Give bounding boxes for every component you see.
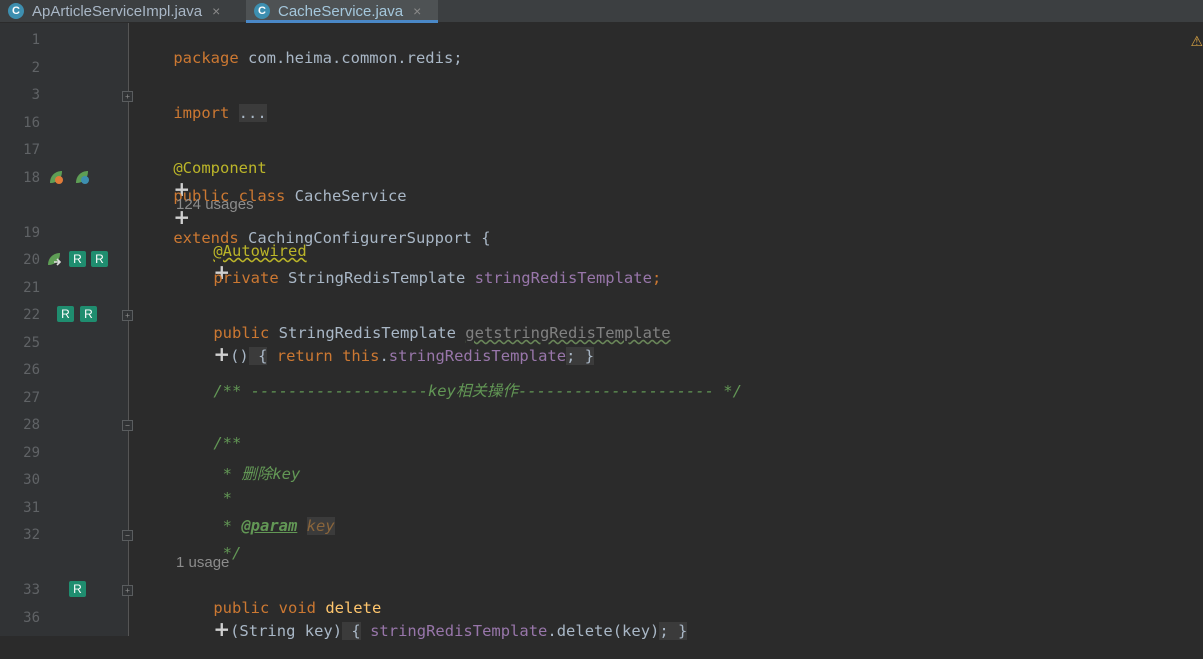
tab-label: CacheService.java xyxy=(278,2,404,20)
semicolon: ; xyxy=(659,622,669,640)
code-line-32: */ xyxy=(176,526,242,580)
tab-label: ApArticleServiceImpl.java xyxy=(32,2,203,20)
folded-body-open[interactable]: { xyxy=(342,622,361,640)
parameters: (String key) xyxy=(230,622,343,640)
line-number: 26 xyxy=(23,362,40,378)
line-number: 33 xyxy=(23,582,40,598)
line-number: 20 xyxy=(23,252,40,268)
code-line-26: /** -------------------key相关操作----------… xyxy=(176,361,742,419)
method-name: delete xyxy=(315,599,382,617)
class-icon: C xyxy=(8,3,24,19)
line-number: 18 xyxy=(23,170,40,186)
code-line-1: package com.heima.common.redis; xyxy=(136,31,463,85)
line-number: 17 xyxy=(23,142,40,158)
line-number: 28 xyxy=(23,417,40,433)
keyword: private xyxy=(213,269,279,287)
warning-icon[interactable]: ⚠ xyxy=(1190,34,1203,50)
keyword: public xyxy=(213,324,270,342)
keyword: public void xyxy=(213,599,316,617)
semicolon: ; xyxy=(651,269,662,287)
spring-bean-icon[interactable] xyxy=(48,169,64,185)
line-number: 30 xyxy=(23,472,40,488)
line-number: 21 xyxy=(23,280,40,296)
line-number: 25 xyxy=(23,335,40,351)
spring-bean-navigate-icon[interactable] xyxy=(74,169,90,185)
tab-cacheservice[interactable]: C CacheService.java × xyxy=(246,0,438,23)
line-number: 29 xyxy=(23,445,40,461)
tab-aparticleserviceimpl[interactable]: C ApArticleServiceImpl.java × xyxy=(0,0,244,22)
add-author-icon[interactable]: + xyxy=(213,617,230,641)
method-call: .delete(key) xyxy=(547,622,660,640)
code-line-20: private StringRedisTemplate stringRedisT… xyxy=(176,251,661,305)
fold-expand-icon[interactable]: + xyxy=(122,91,133,102)
redis-marker-icon[interactable]: R xyxy=(91,251,108,267)
class-icon: C xyxy=(254,3,270,19)
fold-expand-icon[interactable]: + xyxy=(122,585,133,596)
line-number: 16 xyxy=(23,115,40,131)
autowired-bean-icon[interactable] xyxy=(46,251,62,267)
line-number: 19 xyxy=(23,225,40,241)
line-number: 31 xyxy=(23,500,40,516)
editor-gutter: 1 2 3 16 17 18 19 20 21 22 25 26 27 28 2… xyxy=(0,23,133,636)
editor-tab-bar: C ApArticleServiceImpl.java × C CacheSer… xyxy=(0,0,1203,23)
redis-marker-icon[interactable]: R xyxy=(69,251,86,267)
javadoc-tag: @param xyxy=(241,517,298,535)
folded-body-close[interactable]: } xyxy=(668,622,688,640)
code-line-3: import ... xyxy=(136,86,267,140)
fold-collapse-icon[interactable]: − xyxy=(122,420,133,431)
line-number: 32 xyxy=(23,527,40,543)
line-number: 36 xyxy=(23,610,40,626)
close-icon[interactable]: × xyxy=(413,3,421,19)
redis-marker-icon[interactable]: R xyxy=(57,306,74,322)
fold-collapse-icon[interactable]: − xyxy=(122,530,133,541)
line-number: 1 xyxy=(31,32,40,48)
keyword: package xyxy=(173,49,239,67)
line-number: 2 xyxy=(31,60,40,76)
class-name: CacheService xyxy=(285,187,407,205)
usages-hint[interactable]: 124 usages xyxy=(176,196,254,213)
param-name: key xyxy=(306,517,335,535)
folded-imports[interactable]: ... xyxy=(238,104,267,122)
fold-expand-icon[interactable]: + xyxy=(122,310,133,321)
usages-hint[interactable]: 1 usage xyxy=(176,554,229,571)
type-name: StringRedisTemplate xyxy=(269,324,466,342)
line-number: 3 xyxy=(31,87,40,103)
package-name: com.heima.common.redis; xyxy=(238,49,463,67)
redis-marker-icon[interactable]: R xyxy=(69,581,86,597)
close-icon[interactable]: × xyxy=(212,3,220,19)
doc-comment: /** -------------------key相关操作----------… xyxy=(213,382,742,400)
field-name: stringRedisTemplate xyxy=(474,269,652,287)
method-name: getstringRedisTemplate xyxy=(465,324,671,342)
line-number: 27 xyxy=(23,390,40,406)
line-number: 22 xyxy=(23,307,40,323)
field-name: stringRedisTemplate xyxy=(360,622,548,640)
type-name: StringRedisTemplate xyxy=(278,269,475,287)
redis-marker-icon[interactable]: R xyxy=(80,306,97,322)
code-line-33: public void delete +(String key) { strin… xyxy=(176,581,688,659)
keyword: import xyxy=(173,104,230,122)
